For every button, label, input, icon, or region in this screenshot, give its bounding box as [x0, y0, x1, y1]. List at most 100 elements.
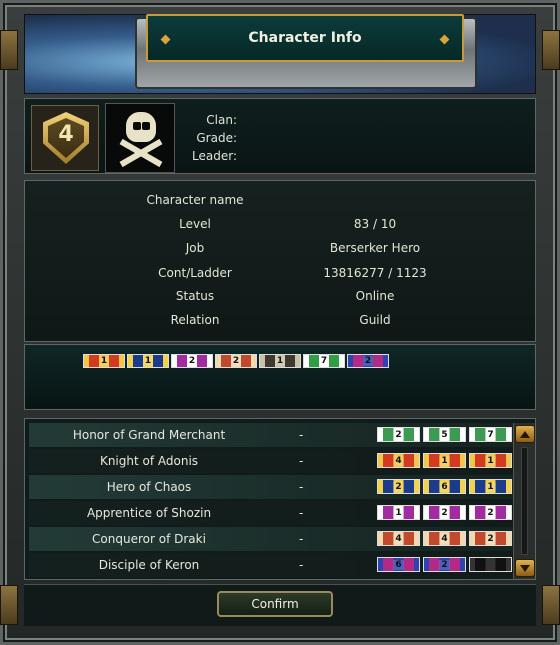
- ribbon-number: 1: [274, 356, 286, 366]
- info-row-job: Job Berserker Hero: [25, 241, 535, 265]
- ribbon-number: 2: [186, 356, 198, 366]
- title-name: Knight of Adonis: [99, 454, 199, 468]
- ribbon-number: 6: [393, 559, 404, 570]
- ribbon-number: 2: [439, 559, 450, 570]
- ribbon-medal[interactable]: 6: [423, 479, 466, 494]
- ribbon-number: 2: [362, 356, 374, 366]
- title-name: Conqueror of Draki: [92, 532, 206, 546]
- rank-number: 4: [58, 122, 74, 147]
- rank-badge: 4: [31, 105, 99, 171]
- ribbon-medal[interactable]: 4: [377, 453, 420, 468]
- diamond-icon: [439, 34, 450, 45]
- leader-label: Leader:: [192, 149, 237, 163]
- ribbon-number: 4: [439, 533, 450, 544]
- ribbon-medal[interactable]: 1: [127, 354, 169, 368]
- title-value: -: [299, 532, 304, 546]
- ribbon-number: 2: [485, 533, 496, 544]
- titles-list: Honor of Grand Merchant - 2 5 7 Knight of Ado…: [24, 418, 536, 580]
- ribbon-medal[interactable]: 5: [423, 427, 466, 442]
- ribbon-number: 4: [393, 533, 404, 544]
- title-row[interactable]: Honor of Grand Merchant - 2 5 7: [29, 423, 515, 447]
- ribbon-medal[interactable]: 1: [469, 479, 512, 494]
- ribbon-number: 2: [393, 481, 404, 492]
- frame-ornament: [542, 585, 560, 625]
- ribbon-number: 7: [318, 356, 330, 366]
- scroll-track[interactable]: [521, 447, 528, 555]
- scroll-up-button[interactable]: [515, 425, 535, 443]
- ribbon-medal[interactable]: 1: [83, 354, 125, 368]
- info-value: 83 / 10: [353, 217, 397, 231]
- title-name: Honor of Grand Merchant: [72, 428, 226, 442]
- ribbon-medal[interactable]: 2: [423, 557, 466, 572]
- frame-ornament: [542, 30, 560, 70]
- title-value: -: [299, 558, 304, 572]
- title-ribbons: 2 6 1: [377, 479, 512, 494]
- ribbon-medal[interactable]: 1: [259, 354, 301, 368]
- ribbon-number: 1: [485, 455, 496, 466]
- arrow-down-icon: [520, 564, 530, 572]
- clan-info-labels: Clan: Grade: Leader:: [177, 111, 237, 165]
- ribbon-number: 2: [230, 356, 242, 366]
- info-value: Online: [355, 289, 395, 303]
- ribbon-medal[interactable]: 7: [303, 354, 345, 368]
- title-ribbons: 4 1 1: [377, 453, 512, 468]
- ribbon-number: 1: [485, 481, 496, 492]
- ribbon-medal[interactable]: 2: [171, 354, 213, 368]
- ribbon-medal[interactable]: 2: [469, 531, 512, 546]
- title-row[interactable]: Conqueror of Draki - 4 4 2: [29, 527, 515, 551]
- info-value: Guild: [359, 313, 391, 327]
- title-bar[interactable]: Character Info: [24, 0, 536, 94]
- title-value: -: [299, 428, 304, 442]
- ribbon-medal[interactable]: 1: [469, 453, 512, 468]
- title-value: -: [299, 506, 304, 520]
- info-row-character-name: Character name: [25, 193, 535, 217]
- confirm-button[interactable]: Confirm: [217, 591, 333, 617]
- info-row-level: Level 83 / 10: [25, 217, 535, 241]
- skull-crossbones-icon: [126, 112, 156, 142]
- info-value: 13816277 / 1123: [323, 266, 427, 280]
- info-row-relation: Relation Guild: [25, 313, 535, 337]
- ribbon-medal[interactable]: 2: [377, 479, 420, 494]
- ribbon-medal[interactable]: 4: [423, 531, 466, 546]
- info-label: Cont/Ladder: [158, 266, 232, 280]
- ribbon-number: 1: [393, 507, 404, 518]
- ribbon-medal[interactable]: 7: [469, 427, 512, 442]
- title-row[interactable]: Hero of Chaos - 2 6 1: [29, 475, 515, 499]
- title-row[interactable]: Apprentice of Shozin - 1 2 2: [29, 501, 515, 525]
- info-label: Level: [179, 217, 211, 231]
- ribbon-number: 2: [393, 429, 404, 440]
- ribbon-number: 7: [485, 429, 496, 440]
- title-ribbons: 62: [377, 557, 512, 572]
- info-label: Relation: [170, 313, 220, 327]
- clan-emblem: [105, 103, 175, 173]
- ribbon-medal[interactable]: 2: [347, 354, 389, 368]
- info-label: Character name: [146, 193, 244, 207]
- frame-ornament: [0, 30, 18, 70]
- ribbon-medal[interactable]: 2: [469, 505, 512, 520]
- frame-ornament: [0, 585, 18, 625]
- ribbon-medal[interactable]: 4: [377, 531, 420, 546]
- title-ribbons: 4 4 2: [377, 531, 512, 546]
- ribbon-number: 1: [98, 356, 110, 366]
- title-row[interactable]: Disciple of Keron -6 2: [29, 553, 515, 577]
- ribbon-medal[interactable]: [469, 557, 512, 572]
- clan-panel: 4 Clan: Grade: Leader:: [24, 98, 536, 174]
- info-label: Status: [175, 289, 215, 303]
- ribbon-medal[interactable]: 2: [215, 354, 257, 368]
- ribbon-medal[interactable]: 1: [423, 453, 466, 468]
- ribbon-panel: 1 1 2 2 1 7 2: [24, 344, 536, 410]
- title-value: -: [299, 454, 304, 468]
- title-name: Hero of Chaos: [106, 480, 192, 494]
- ribbon-number: 2: [439, 507, 450, 518]
- ribbon-medal[interactable]: 1: [377, 505, 420, 520]
- title-row[interactable]: Knight of Adonis - 4 1 1: [29, 449, 515, 473]
- ribbon-number: 1: [439, 455, 450, 466]
- ribbon-medal[interactable]: 2: [423, 505, 466, 520]
- window-title: Character Info: [248, 30, 362, 46]
- ribbon-medal[interactable]: 6: [377, 557, 420, 572]
- info-label: Job: [185, 241, 205, 255]
- scroll-down-button[interactable]: [515, 559, 535, 577]
- ribbon-number: 6: [439, 481, 450, 492]
- ribbon-medal[interactable]: 2: [377, 427, 420, 442]
- titles-scrollbar[interactable]: [513, 423, 535, 579]
